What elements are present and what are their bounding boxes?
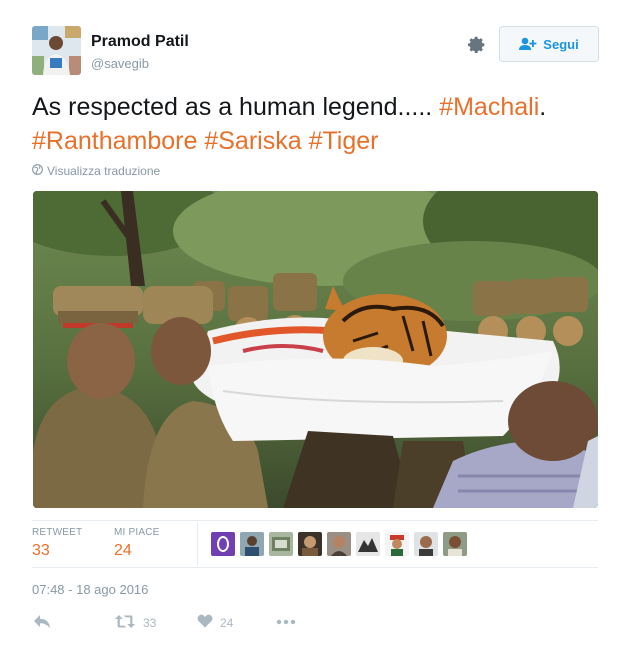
- author-avatar[interactable]: [32, 26, 81, 75]
- like-button[interactable]: 24: [197, 614, 233, 631]
- follow-label: Segui: [543, 36, 579, 52]
- liker-avatar[interactable]: [298, 532, 322, 556]
- retweet-icon: [114, 614, 136, 632]
- author-name[interactable]: Pramod Patil: [91, 33, 189, 51]
- stats-divider-bottom: [32, 567, 598, 568]
- liker-avatar[interactable]: [385, 532, 409, 556]
- tweet-body-text: As respected as a human legend.....: [32, 93, 440, 121]
- tweet-card: Pramod Patil @savegib Segui As respected…: [0, 0, 634, 660]
- liker-avatars: [211, 532, 467, 556]
- hashtag-machali[interactable]: #Machali: [439, 93, 539, 121]
- liker-avatar[interactable]: [327, 532, 351, 556]
- hashtag-ranthambore[interactable]: #Ranthambore: [32, 127, 197, 155]
- likes-count[interactable]: 24: [114, 542, 132, 560]
- stats-separator: [197, 522, 198, 566]
- like-action-count: 24: [220, 615, 234, 630]
- retweet-count-label: RETWEET: [32, 527, 83, 538]
- liker-avatar[interactable]: [240, 532, 264, 556]
- heart-icon: [197, 614, 213, 631]
- stats-divider-top: [32, 520, 598, 521]
- translate-label: Visualizza traduzione: [47, 164, 161, 178]
- more-button[interactable]: [276, 614, 296, 628]
- liker-avatar[interactable]: [211, 532, 235, 556]
- liker-avatar[interactable]: [443, 532, 467, 556]
- follow-button[interactable]: Segui: [499, 26, 599, 62]
- author-handle[interactable]: @savegib: [91, 56, 149, 71]
- liker-avatar[interactable]: [356, 532, 380, 556]
- gear-icon[interactable]: [465, 34, 487, 56]
- retweet-count[interactable]: 33: [32, 542, 50, 560]
- hashtag-tiger[interactable]: #Tiger: [309, 127, 379, 155]
- likes-count-label: MI PIACE: [114, 527, 160, 538]
- retweet-action-count: 33: [143, 616, 157, 630]
- globe-icon: [32, 164, 43, 178]
- retweet-button[interactable]: 33: [114, 614, 156, 632]
- translate-link[interactable]: Visualizza traduzione: [32, 164, 160, 178]
- tweet-period: .: [539, 93, 547, 121]
- add-user-icon: [519, 37, 537, 51]
- liker-avatar[interactable]: [269, 532, 293, 556]
- tweet-text: As respected as a human legend..... #Mac…: [32, 90, 612, 158]
- more-dots-icon: [276, 614, 296, 628]
- liker-avatar[interactable]: [414, 532, 438, 556]
- tweet-photo[interactable]: [33, 191, 598, 508]
- reply-button[interactable]: [33, 614, 51, 632]
- hashtag-sariska[interactable]: #Sariska: [204, 127, 301, 155]
- tweet-timestamp[interactable]: 07:48 - 18 ago 2016: [32, 582, 148, 597]
- reply-icon: [33, 614, 51, 632]
